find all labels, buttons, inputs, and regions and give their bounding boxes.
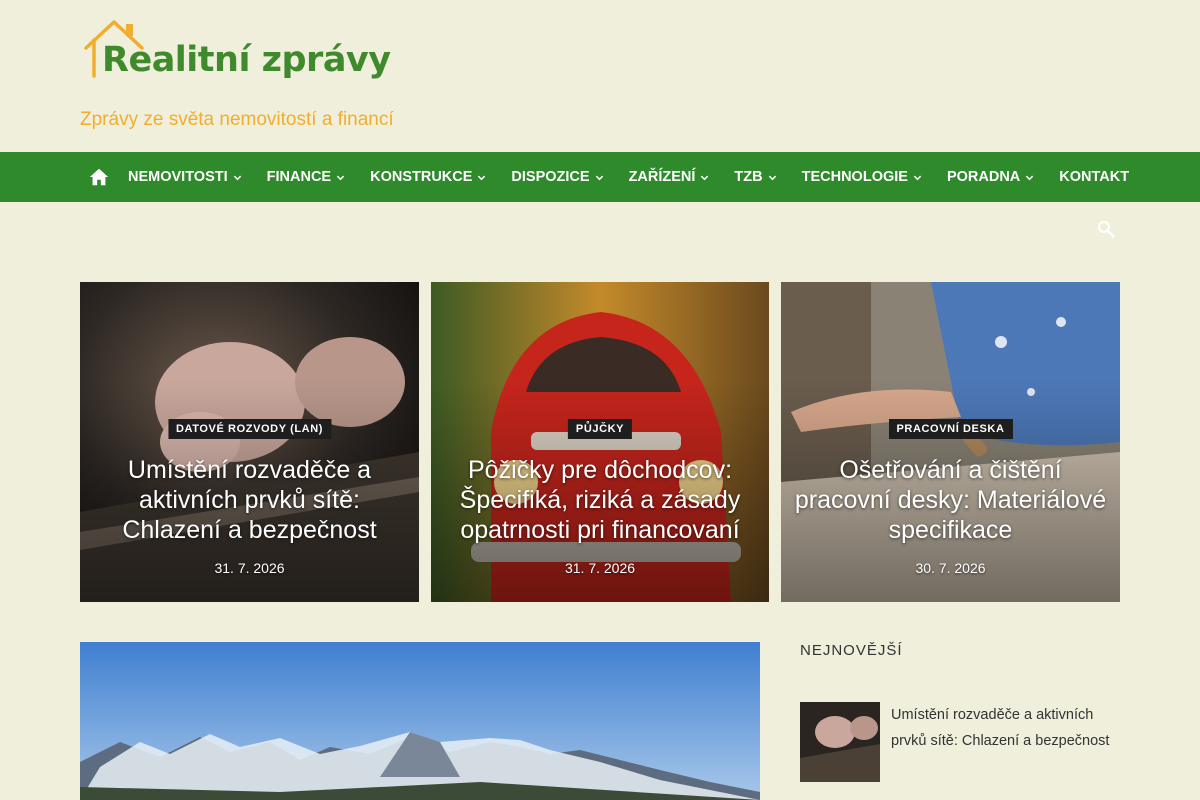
category-badge[interactable]: PŮJČKY: [567, 419, 633, 439]
nav-item-label: PORADNA: [946, 169, 1021, 185]
featured-card[interactable]: DATOVÉ ROZVODY (LAN) Umístění rozvaděče …: [80, 282, 419, 602]
pig-thumbnail-image: [800, 702, 880, 782]
featured-posts: DATOVÉ ROZVODY (LAN) Umístění rozvaděče …: [80, 282, 1120, 602]
nav-item-konstrukce[interactable]: KONSTRUKCE: [370, 169, 486, 185]
home-icon[interactable]: [88, 166, 110, 188]
nav-item-label: ZAŘÍZENÍ: [628, 169, 696, 185]
nav-menu: NEMOVITOSTI FINANCE KONSTRUKCE DISPOZICE ZAŘ…: [128, 152, 1154, 202]
sidebar-post-title[interactable]: Umístění rozvaděče a aktivních prvků sít…: [891, 702, 1120, 754]
card-title[interactable]: Umístění rozvaděče a aktivních prvků sít…: [90, 455, 409, 545]
chevron-down-icon: [768, 175, 776, 180]
featured-card[interactable]: PŮJČKY Pôžičky pre dôchodcov: Špecifiká,…: [431, 282, 769, 602]
chevron-down-icon: [336, 175, 345, 180]
mountain-image: [80, 642, 760, 800]
card-title[interactable]: Pôžičky pre dôchodcov: Špecifiká, riziká…: [441, 455, 759, 545]
logo-text: Realitní zprávy: [102, 40, 391, 80]
card-date: 31. 7. 2026: [214, 560, 285, 576]
nav-item-label: DISPOZICE: [511, 169, 590, 185]
category-badge[interactable]: PRACOVNÍ DESKA: [888, 419, 1013, 439]
site-tagline: Zprávy ze světa nemovitostí a financí: [80, 109, 394, 130]
post-thumbnail[interactable]: [800, 702, 880, 782]
featured-card[interactable]: PRACOVNÍ DESKA Ošetřování a čištění prac…: [781, 282, 1120, 602]
card-date: 30. 7. 2026: [915, 560, 986, 576]
card-date: 31. 7. 2026: [564, 560, 636, 576]
main-post-image[interactable]: [80, 642, 760, 800]
sidebar-title: NEJNOVĚJŠÍ: [800, 642, 903, 659]
card-title[interactable]: Ošetřování a čištění pracovní desky: Mat…: [791, 455, 1110, 545]
nav-item-dispozice[interactable]: DISPOZICE: [511, 169, 603, 185]
nav-item-technologie[interactable]: TECHNOLOGIE: [802, 169, 922, 185]
chevron-down-icon: [913, 175, 922, 180]
nav-item-label: NEMOVITOSTI: [128, 169, 228, 185]
chevron-down-icon: [595, 175, 603, 180]
category-badge[interactable]: DATOVÉ ROZVODY (LAN): [167, 419, 332, 439]
nav-item-kontakt[interactable]: KONTAKT: [1059, 169, 1129, 185]
nav-item-nemovitosti[interactable]: NEMOVITOSTI: [128, 169, 242, 185]
site-logo[interactable]: Realitní zprávy: [80, 18, 391, 88]
chevron-down-icon: [1026, 175, 1034, 180]
card-overlay: [80, 282, 419, 602]
chevron-down-icon: [701, 175, 709, 180]
list-item[interactable]: Umístění rozvaděče a aktivních prvků sít…: [800, 702, 1120, 782]
nav-item-label: FINANCE: [266, 169, 332, 185]
nav-item-label: KONTAKT: [1059, 169, 1130, 185]
nav-item-poradna[interactable]: PORADNA: [947, 169, 1034, 185]
chevron-down-icon: [233, 175, 241, 180]
nav-item-label: TECHNOLOGIE: [801, 169, 908, 185]
nav-item-finance[interactable]: FINANCE: [267, 169, 345, 185]
sidebar-latest: NEJNOVĚJŠÍ Umístění rozvaděče a aktivníc…: [800, 642, 1120, 782]
card-overlay: [431, 282, 769, 602]
site-header: Realitní zprávy Zprávy ze světa nemovito…: [0, 0, 1200, 152]
nav-item-tzb[interactable]: TZB: [734, 169, 776, 185]
chevron-down-icon: [478, 175, 486, 180]
nav-item-zařízení[interactable]: ZAŘÍZENÍ: [629, 169, 710, 185]
nav-item-label: KONSTRUKCE: [370, 169, 473, 185]
main-navigation: NEMOVITOSTI FINANCE KONSTRUKCE DISPOZICE ZAŘ…: [0, 152, 1200, 202]
nav-item-label: TZB: [734, 169, 763, 185]
card-overlay: [781, 282, 1120, 602]
search-icon[interactable]: [1096, 219, 1116, 239]
